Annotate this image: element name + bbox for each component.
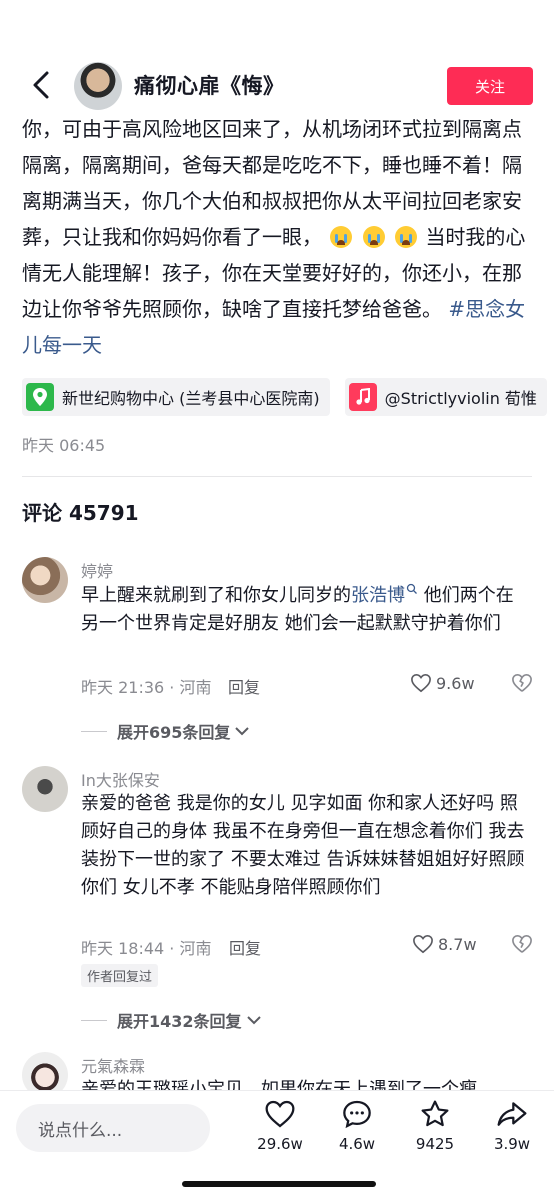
comment-text: 亲爱的王璐瑶小宝贝，如果你在天上遇到了一个瘦 [81,1079,477,1090]
comment-dislike-button[interactable] [511,673,533,697]
share-count: 3.9w [493,1135,531,1153]
expand-replies-button[interactable]: 展开695条回复 [81,719,250,743]
comment-like-count: 8.7w [438,934,477,954]
broken-heart-icon [512,934,532,953]
heart-icon [411,673,431,693]
back-button[interactable] [24,68,58,102]
comment-input[interactable]: 说点什么... [16,1104,210,1152]
author-replied-badge: 作者回复过 [81,964,159,987]
like-count: 29.6w [257,1135,303,1153]
comment-like-count: 9.6w [436,673,475,693]
crying-emoji-icon [395,226,418,248]
author-name[interactable]: 痛彻心扉《悔》 [134,70,285,100]
heart-icon [265,1100,295,1128]
commenter-name[interactable]: In大张保安 [81,767,160,791]
comments-title: 评论 45791 [22,497,139,526]
comment-meta: 昨天 21:36 · 河南 [81,678,212,697]
reply-button[interactable]: 回复 [229,935,261,959]
music-note-icon [348,383,377,411]
location-tag-label: 新世纪购物中心 (兰考县中心医院南) [62,389,320,408]
mention-link[interactable]: 张浩博 [351,585,405,606]
comment-dislike-button[interactable] [511,934,533,958]
comment-meta: 昨天 18:44 · 河南 [81,939,212,958]
comment-count: 4.6w [338,1135,376,1153]
post-time: 昨天 06:45 [22,436,106,455]
commenter-name[interactable]: 婷婷 [81,558,113,582]
home-indicator [182,1181,376,1187]
share-button[interactable]: 3.9w [482,1099,542,1153]
crying-emoji-icon [330,226,353,248]
comments-label: 评论 [22,501,62,525]
music-tag-label: @Strictlyviolin 荀惟 [384,389,537,408]
post-tags: 新世纪购物中心 (兰考县中心医院南) @Strictlyviolin 荀惟 [22,378,554,416]
star-icon [421,1100,449,1127]
heart-icon [413,934,433,954]
location-pin-icon [26,383,54,411]
share-arrow-icon [497,1102,527,1126]
comment-bubble-icon [343,1100,371,1129]
comment-text: 早上醒来就刷到了和你女儿同岁的张浩博 他们两个在另一个世界肯定是好朋友 她们会一… [81,583,514,634]
commenter-avatar[interactable] [22,557,68,603]
chevron-down-icon [235,727,250,736]
location-tag[interactable]: 新世纪购物中心 (兰考县中心医院南) [22,378,330,416]
broken-heart-icon [512,673,532,692]
expand-replies-button[interactable]: 展开1432条回复 [81,1008,262,1032]
comment-like-button[interactable]: 8.7w [412,934,477,954]
comment-text: 亲爱的爸爸 我是你的女儿 见字如面 你和家人还好吗 照顾好自己的身体 我虽不在身… [81,793,525,898]
divider [22,476,532,477]
favorite-button[interactable]: 9425 [405,1099,465,1153]
crying-emoji-icon [362,226,385,248]
commenter-avatar[interactable] [22,766,68,812]
comments-count: 45791 [68,501,139,525]
comment-like-button[interactable]: 9.6w [410,673,475,693]
chevron-left-icon [33,71,49,99]
author-avatar[interactable] [74,62,122,110]
commenter-name[interactable]: 元氣森霖 [81,1053,145,1077]
follow-button[interactable]: 关注 [447,67,533,105]
comment-button[interactable]: 4.6w [327,1099,387,1153]
like-button[interactable]: 29.6w [250,1099,310,1153]
post-caption: 你，可由于高风险地区回来了，从机场闭环式拉到隔离点隔离，隔离期间，爸每天都是吃吃… [22,111,536,355]
favorite-count: 9425 [415,1135,455,1153]
music-tag[interactable]: @Strictlyviolin 荀惟 [344,378,547,416]
top-bar: 痛彻心扉《悔》 关注 [0,0,554,118]
search-icon [406,583,417,594]
reply-button[interactable]: 回复 [228,674,260,698]
chevron-down-icon [246,1016,261,1025]
